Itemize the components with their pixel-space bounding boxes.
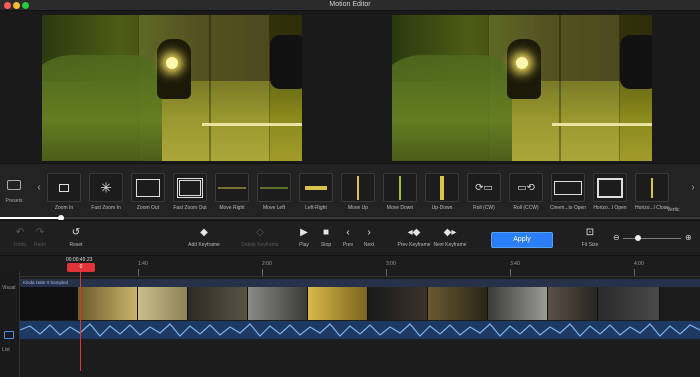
camera-icon <box>7 180 21 190</box>
presets-prev-arrow[interactable]: ‹ <box>34 180 44 196</box>
preset-vertical[interactable]: Vertic <box>667 173 687 213</box>
zoom-slider-track[interactable] <box>623 238 681 239</box>
redo-button[interactable]: ↷ Redo <box>20 227 60 248</box>
redo-icon: ↷ <box>35 227 45 238</box>
preset-move-right[interactable]: Move Right <box>212 173 252 211</box>
tick-label: 3:00 <box>386 261 396 267</box>
time-ruler[interactable]: 1:40 2:00 3:00 3:40 4:00 <box>20 257 700 277</box>
fit-size-button[interactable]: ⊡ Fit Size <box>570 227 610 248</box>
horizontal-close-icon <box>651 177 653 198</box>
move-up-icon <box>357 175 359 200</box>
preset-horizontal-close[interactable]: Horizo...l Close <box>632 173 672 211</box>
next-icon: › <box>367 227 371 238</box>
horizontal-open-icon <box>597 177 623 198</box>
tick-label: 2:00 <box>262 261 272 267</box>
preset-roll-ccw[interactable]: ▭⟲ Roll (CCW) <box>506 173 546 211</box>
preset-up-down[interactable]: Up-Down <box>422 173 462 211</box>
playhead-handle[interactable]: 0 <box>67 263 95 272</box>
preset-move-down[interactable]: Move Down <box>380 173 420 211</box>
preset-fast-zoom-in[interactable]: ✳ Fast Zoom In <box>86 173 126 211</box>
zoom-out-icon <box>136 178 160 197</box>
fit-size-icon: ⊡ <box>585 227 595 238</box>
delete-keyframe-button[interactable]: ◇ Delete Keyframe <box>240 227 280 248</box>
playhead-line[interactable] <box>80 271 81 371</box>
apply-button[interactable]: Apply <box>491 232 553 248</box>
next-keyframe-button[interactable]: ◆▸ Next Keyframe <box>430 227 470 248</box>
prev-keyframe-icon: ◂◆ <box>407 227 421 238</box>
preset-fast-zoom-out[interactable]: Fast Zoom Out <box>170 173 210 211</box>
reset-button[interactable]: ↺ Reset <box>56 227 96 248</box>
clip-name: Kinda Hate It Sampled <box>20 279 700 287</box>
move-right-icon <box>218 187 246 188</box>
preset-left-right[interactable]: Left-Right <box>296 173 336 211</box>
fast-zoom-in-icon: ✳ <box>100 179 112 195</box>
move-left-icon <box>260 187 288 188</box>
zoom-in-icon[interactable]: ⊕ <box>685 233 692 242</box>
preset-zoom-in[interactable]: Zoom In <box>44 173 84 211</box>
preset-move-left[interactable]: Move Left <box>254 173 294 211</box>
prev-keyframe-button[interactable]: ◂◆ Prev Keyframe <box>394 227 434 248</box>
tick-label: 4:00 <box>634 261 644 267</box>
add-keyframe-button[interactable]: ◆ Add Keyframe <box>184 227 224 248</box>
presets-next-arrow[interactable]: › <box>688 180 698 196</box>
tick-label: 1:40 <box>138 261 148 267</box>
cinema-open-icon <box>554 180 582 195</box>
next-button[interactable]: › Next <box>349 227 389 248</box>
up-down-icon <box>440 175 444 200</box>
delete-keyframe-icon: ◇ <box>256 227 264 238</box>
preview-area <box>0 11 700 163</box>
track-label-list: List <box>2 347 10 353</box>
timeline: Visual List 1:40 2:00 3:00 3:40 4:00 Kin… <box>0 257 700 377</box>
editor-toolbar: ↶ Undo ↷ Redo ↺ Reset ◆ Add Keyframe ◇ D… <box>0 220 700 256</box>
presets-scroll-track[interactable] <box>0 217 700 219</box>
result-preview <box>392 15 652 161</box>
title-bar: Motion Editor <box>0 0 700 11</box>
audio-waveform <box>20 323 700 337</box>
move-down-icon <box>399 175 401 200</box>
audio-track[interactable] <box>20 321 700 339</box>
preset-zoom-out[interactable]: Zoom Out <box>128 173 168 211</box>
presets-panel: Presets ‹ Zoom In ✳ Fast Zoom In Zoom Ou… <box>0 163 700 216</box>
preset-roll-cw[interactable]: ⟳▭ Roll (CW) <box>464 173 504 211</box>
roll-ccw-icon: ▭⟲ <box>517 182 535 193</box>
presets-label: Presets <box>4 180 24 204</box>
left-right-icon <box>305 185 327 190</box>
preset-horizontal-open[interactable]: Horizo...l Open <box>590 173 630 211</box>
video-track[interactable] <box>20 287 700 320</box>
track-label-visual: Visual <box>2 285 16 291</box>
zoom-out-icon[interactable]: ⊖ <box>613 233 620 242</box>
presets-scroll-fill <box>0 217 62 219</box>
tick-label: 3:40 <box>510 261 520 267</box>
source-preview <box>42 15 302 161</box>
track-labels: Visual List <box>0 271 20 377</box>
roll-cw-icon: ⟳▭ <box>475 182 493 193</box>
zoom-slider-knob[interactable] <box>635 235 641 241</box>
window-title: Motion Editor <box>329 1 371 8</box>
preset-cinema-open[interactable]: Cinem...io Open <box>548 173 588 211</box>
audio-track-icon <box>4 331 14 339</box>
next-keyframe-icon: ◆▸ <box>443 227 457 238</box>
fast-zoom-out-icon <box>177 177 203 198</box>
zoom-in-icon <box>59 183 69 192</box>
add-keyframe-icon: ◆ <box>200 227 208 238</box>
preset-move-up[interactable]: Move Up <box>338 173 378 211</box>
reset-icon: ↺ <box>71 227 81 238</box>
